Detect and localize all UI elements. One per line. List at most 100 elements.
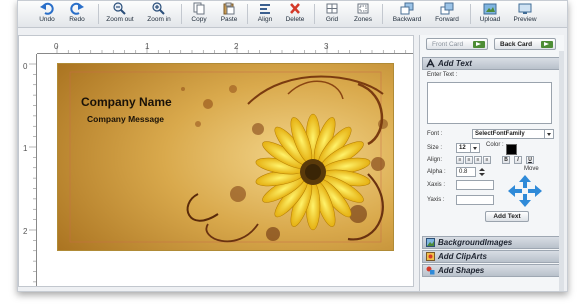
toolbar-divider (314, 4, 315, 24)
text-color-swatch[interactable] (506, 144, 517, 155)
align-right-button[interactable]: ≡ (474, 156, 482, 164)
chevron-down-icon (544, 130, 553, 138)
delete-button[interactable]: Delete (280, 2, 310, 26)
card-company-message[interactable]: Company Message (87, 114, 164, 124)
xaxis-input[interactable] (456, 180, 494, 190)
upload-icon (483, 3, 497, 15)
app-window: Undo Redo Zoom out Zoom in Copy Paste Al… (17, 0, 568, 292)
add-shapes-title: Add Shapes (438, 266, 485, 275)
background-images-title: BackgroundImages (438, 238, 513, 247)
alpha-input[interactable]: 0.8 (456, 167, 476, 177)
move-arrows-icon[interactable] (508, 175, 542, 207)
font-label: Font : (427, 131, 443, 137)
redo-icon (70, 2, 84, 15)
add-text-section-title: Add Text (438, 59, 472, 68)
preview-button[interactable]: Preview (508, 2, 542, 26)
backward-label: Backward (392, 16, 422, 23)
add-cliparts-section-header[interactable]: Add ClipArts (422, 250, 562, 263)
zoom-out-button[interactable]: Zoom out (102, 2, 138, 26)
backward-icon (400, 2, 414, 15)
front-card-label: Front Card (432, 41, 464, 48)
copy-icon (193, 2, 205, 15)
align-justify-button[interactable]: ≡ (483, 156, 491, 164)
align-label: Align: (427, 157, 443, 163)
zoom-in-icon (152, 2, 165, 15)
alpha-value: 0.8 (459, 169, 468, 175)
undo-button[interactable]: Undo (30, 2, 64, 26)
delete-icon (290, 3, 300, 14)
move-label: Move (524, 166, 539, 172)
horizontal-ruler (37, 46, 413, 54)
align-left-button[interactable]: ≡ (456, 156, 464, 164)
card-background-image (58, 64, 393, 250)
font-size-select[interactable]: 12 (456, 143, 480, 153)
add-text-button[interactable]: Add Text (485, 211, 529, 222)
shapes-icon (426, 266, 435, 275)
zoom-out-icon (113, 2, 126, 15)
background-images-section-header[interactable]: BackgroundImages (422, 236, 562, 249)
ruler-h-2: 2 (234, 42, 239, 51)
font-family-select[interactable]: SelectFontFamily (472, 129, 554, 139)
panel-scrollbar[interactable] (559, 51, 564, 291)
backward-button[interactable]: Backward (388, 2, 426, 26)
align-label: Align (257, 16, 273, 23)
add-text-section-header[interactable]: Add Text (422, 57, 562, 70)
image-icon (426, 238, 435, 247)
toolbar-divider (181, 4, 182, 24)
upload-button[interactable]: Upload (474, 2, 506, 26)
ruler-v-1: 1 (23, 144, 28, 153)
align-center-button[interactable]: ≡ (465, 156, 473, 164)
enter-text-field[interactable] (427, 82, 552, 124)
alpha-stepper-icon[interactable] (478, 167, 486, 177)
redo-label: Redo (69, 16, 85, 23)
add-shapes-section-header[interactable]: Add Shapes (422, 264, 562, 277)
size-label: Size : (427, 145, 443, 151)
design-canvas[interactable]: 0 1 2 3 0 1 2 Company Name Company Messa… (18, 35, 414, 287)
alpha-label: Alpha : (427, 169, 446, 175)
underline-button[interactable]: U (526, 156, 534, 164)
yaxis-label: Yaxis : (427, 197, 445, 203)
text-a-icon (426, 59, 435, 68)
zoom-in-button[interactable]: Zoom in (141, 2, 177, 26)
zones-button[interactable]: Zones (348, 2, 378, 26)
undo-label: Undo (39, 16, 55, 23)
toolbar-divider (98, 4, 99, 24)
font-family-value: SelectFontFamily (475, 131, 525, 137)
preview-icon (518, 3, 532, 14)
copy-button[interactable]: Copy (185, 2, 213, 26)
undo-icon (40, 2, 54, 15)
ruler-h-3: 3 (324, 42, 329, 51)
front-card-button[interactable]: Front Card (426, 38, 488, 50)
back-card-button[interactable]: Back Card (494, 38, 556, 50)
toolbar: Undo Redo Zoom out Zoom in Copy Paste Al… (18, 1, 567, 28)
italic-button[interactable]: I (514, 156, 522, 164)
paste-button[interactable]: Paste (215, 2, 243, 26)
delete-label: Delete (285, 16, 305, 23)
align-button[interactable]: Align (251, 2, 279, 26)
grid-button[interactable]: Grid (318, 2, 346, 26)
copy-label: Copy (191, 16, 207, 23)
card-company-name[interactable]: Company Name (81, 95, 172, 109)
arrow-right-icon (473, 41, 485, 48)
forward-label: Forward (435, 16, 459, 23)
grid-icon (326, 3, 338, 14)
yaxis-input[interactable] (456, 195, 494, 205)
toolbar-divider (247, 4, 248, 24)
redo-button[interactable]: Redo (60, 2, 94, 26)
zones-icon (357, 3, 369, 14)
enter-text-label: Enter Text : (427, 72, 458, 78)
toolbar-divider (470, 4, 471, 24)
chevron-down-icon (470, 144, 479, 152)
paste-icon (223, 2, 235, 15)
bold-button[interactable]: B (502, 156, 510, 164)
color-label: Color : (486, 142, 504, 148)
paste-label: Paste (220, 16, 238, 23)
upload-label: Upload (479, 16, 501, 23)
add-cliparts-title: Add ClipArts (438, 252, 487, 261)
properties-panel: Front Card Back Card Add Text Enter Text… (419, 35, 564, 291)
vertical-ruler (29, 54, 37, 286)
forward-icon (440, 2, 454, 15)
toolbar-divider (382, 4, 383, 24)
forward-button[interactable]: Forward (429, 2, 465, 26)
business-card[interactable]: Company Name Company Message (57, 63, 394, 251)
